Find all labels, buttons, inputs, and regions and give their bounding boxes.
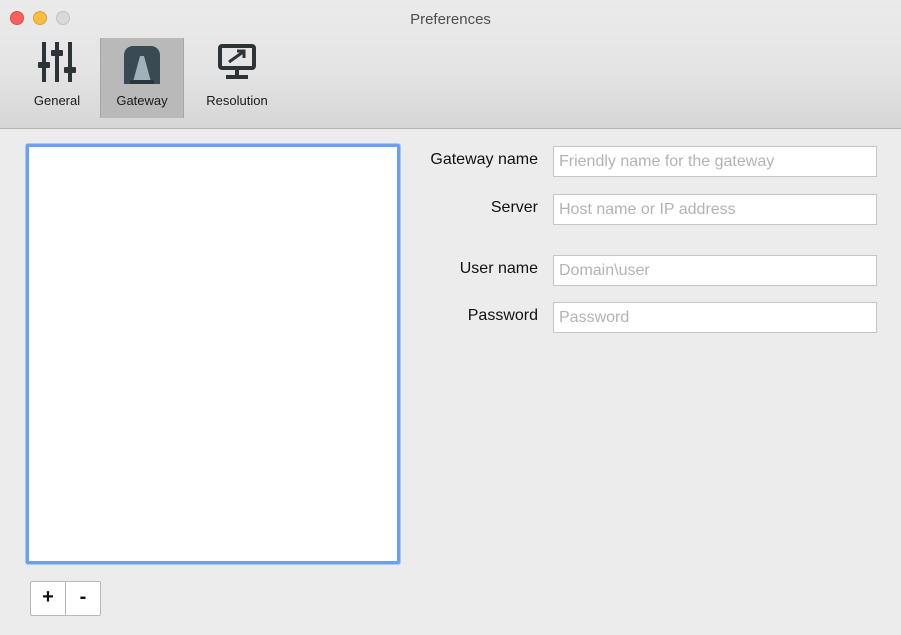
password-label: Password [467,307,538,324]
gateway-tunnel-icon [120,40,164,86]
sliders-icon [35,40,79,86]
remove-gateway-button[interactable]: - [65,582,100,615]
toolbar-resolution-label: Resolution [206,93,268,108]
list-button-group: + - [30,581,101,616]
password-input[interactable] [553,302,877,333]
window-title: Preferences [410,11,491,28]
server-label: Server [490,199,538,216]
display-resolution-icon [215,40,259,86]
preferences-window: Preferences General Gateway Resolution +… [0,0,901,635]
toolbar-gateway-tab[interactable]: Gateway [100,38,184,118]
server-input[interactable] [553,194,877,225]
titlebar-toolbar: Preferences General Gateway Resolution [0,0,901,129]
user-name-input[interactable] [553,255,877,286]
toolbar-general-tab[interactable]: General [22,38,92,118]
gateway-name-input[interactable] [553,146,877,177]
gateway-list[interactable] [26,144,400,564]
toolbar-general-label: General [33,93,81,108]
toolbar-resolution-tab[interactable]: Resolution [194,38,280,118]
add-gateway-button[interactable]: + [31,582,65,615]
user-name-label: User name [459,260,538,277]
gateway-name-label: Gateway name [430,151,538,168]
toolbar-gateway-label: Gateway [116,93,168,108]
